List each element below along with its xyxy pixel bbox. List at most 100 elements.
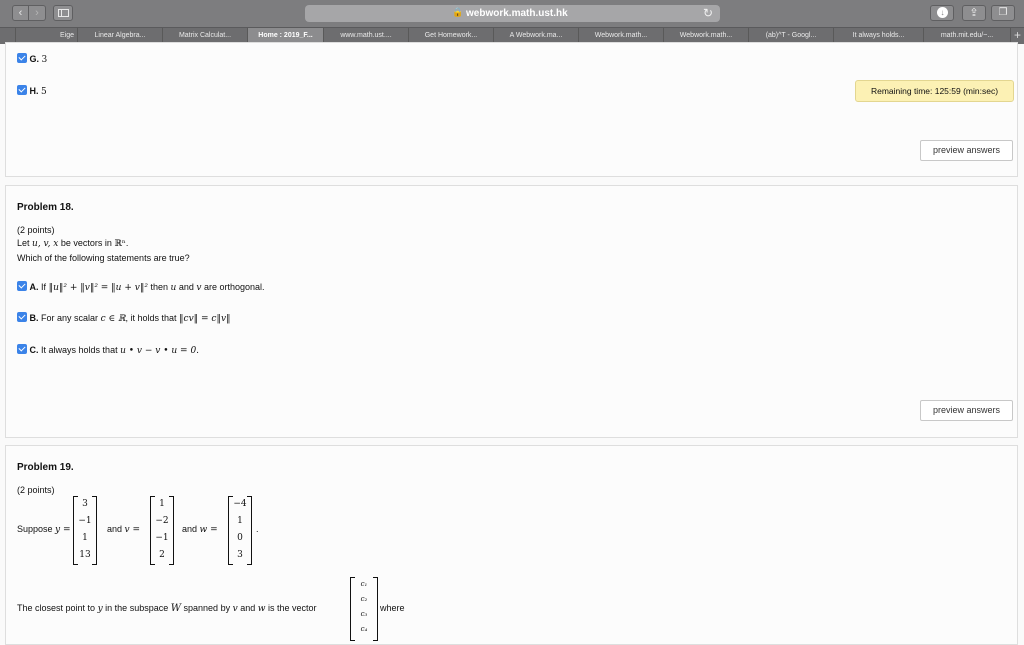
vector-entry: c₁ (360, 580, 368, 588)
problem-18-panel: Problem 18. (2 points) Let u, v, x be ve… (5, 185, 1018, 438)
text: , it holds that (125, 313, 177, 323)
download-icon: ↓ (937, 7, 948, 18)
text: spanned by (183, 603, 231, 613)
vector-entry: 0 (237, 533, 243, 543)
problem-title: Problem 19. (17, 462, 74, 473)
vector-entry: −2 (155, 516, 169, 526)
option-letter: G. (29, 54, 40, 64)
back-button[interactable]: ‹ (12, 5, 29, 21)
url-text: webwork.math.ust.hk (466, 8, 568, 19)
math-var: w (257, 604, 266, 614)
vector-w: −4 1 0 3 (228, 496, 252, 565)
checkbox-a[interactable] (17, 281, 27, 291)
option-c: C. It always holds that u • v − v • u = … (17, 344, 199, 356)
text: Let (17, 238, 30, 248)
math-space: ℝⁿ (114, 239, 126, 249)
text: are orthogonal. (203, 282, 265, 292)
text: The closest point to (17, 603, 96, 613)
sidebar-icon (58, 9, 69, 17)
option-letter: A. (29, 282, 39, 292)
preview-answers-button[interactable]: preview answers (920, 140, 1013, 161)
where-text: where (380, 603, 405, 613)
text: Suppose (17, 524, 53, 534)
text: and (178, 282, 194, 292)
vector-y: 3 −1 1 13 (73, 496, 97, 565)
math-var: W (170, 603, 182, 614)
math-var: u (170, 283, 177, 293)
vector-entry: 2 (159, 550, 165, 560)
downloads-button[interactable]: ↓ (930, 5, 954, 21)
problem-title: Problem 18. (17, 202, 74, 213)
vector-entry: c₂ (360, 595, 368, 603)
text: in the subspace (105, 603, 169, 613)
option-letter: C. (29, 345, 39, 355)
option-letter: B. (29, 313, 39, 323)
suppose-text: Suppose y = (17, 524, 71, 535)
vector-entry: 13 (79, 550, 91, 560)
tabs-icon: ❐ (998, 7, 1008, 18)
math-label: y = (55, 525, 71, 535)
math-var: v (196, 283, 202, 293)
checkbox-b[interactable] (17, 312, 27, 322)
plus-icon: + (1013, 28, 1021, 42)
text: be vectors in (60, 238, 112, 248)
option-b: B. For any scalar c ∈ ℝ, it holds that ‖… (17, 312, 231, 324)
problem-19-panel: Problem 19. (2 points) Suppose y = 3 −1 … (5, 445, 1018, 645)
math-expression: ‖cv‖ = c‖v‖ (179, 314, 231, 324)
math-expression: c ∈ ℝ (100, 314, 126, 324)
text: and (107, 524, 123, 534)
math-var: v (232, 604, 238, 614)
browser-toolbar: ‹ › 🔒 webwork.math.ust.hk ↻ ↓ ⇪ ❐ (0, 0, 1024, 27)
math-expression: ‖u‖² + ‖v‖² = ‖u + v‖² (48, 283, 148, 293)
address-bar[interactable]: 🔒 webwork.math.ust.hk ↻ (305, 5, 720, 22)
remaining-time-badge: Remaining time: 125:59 (min:sec) (855, 80, 1014, 102)
text: is the vector (267, 603, 317, 613)
vector-v: 1 −2 −1 2 (150, 496, 174, 565)
problem-statement: Let u, v, x be vectors in ℝⁿ. (17, 238, 128, 249)
page-content: G. 3 H. 5 preview answers Remaining time… (0, 42, 1024, 645)
share-button[interactable]: ⇪ (962, 5, 986, 21)
option-g: G. 3 (17, 53, 47, 65)
option-a: A. If ‖u‖² + ‖v‖² = ‖u + v‖² then u and … (17, 281, 265, 293)
chevron-right-icon: › (35, 7, 39, 19)
text: then (150, 282, 168, 292)
vector-entry: c₄ (360, 625, 368, 633)
sidebar-toggle-button[interactable] (53, 5, 73, 21)
and-v-text: and v = (107, 524, 140, 535)
option-h: H. 5 (17, 85, 47, 97)
text: If (41, 282, 47, 292)
vector-entry: c₃ (360, 610, 368, 618)
vector-c: c₁ c₂ c₃ c₄ (350, 577, 378, 641)
math-label: w = (199, 525, 218, 535)
checkbox-h[interactable] (17, 85, 27, 95)
text: For any scalar (41, 313, 99, 323)
vector-entry: 3 (82, 499, 88, 509)
vector-entry: −1 (78, 516, 92, 526)
period: . (256, 524, 259, 534)
reload-icon[interactable]: ↻ (703, 6, 713, 20)
math-var: y (97, 604, 103, 614)
text: and (240, 603, 256, 613)
and-w-text: and w = (182, 524, 218, 535)
share-icon: ⇪ (969, 7, 979, 19)
tab-overview-button[interactable]: ❐ (991, 5, 1015, 21)
closest-point-text: The closest point to y in the subspace W… (17, 603, 317, 614)
checkbox-g[interactable] (17, 53, 27, 63)
checkbox-c[interactable] (17, 344, 27, 354)
lock-icon: 🔒 (452, 7, 464, 17)
problem-17-panel: G. 3 H. 5 preview answers (5, 42, 1018, 177)
math-vars: u, v, x (32, 239, 59, 249)
option-text: 3 (41, 55, 48, 65)
problem-points: (2 points) (17, 225, 55, 235)
option-letter: H. (29, 86, 39, 96)
vector-entry: 1 (159, 499, 165, 509)
vector-entry: 1 (82, 533, 88, 543)
problem-question: Which of the following statements are tr… (17, 253, 190, 263)
forward-button[interactable]: › (29, 5, 46, 21)
option-text: 5 (41, 87, 47, 97)
text: It always holds that (41, 345, 118, 355)
math-label: v = (124, 525, 141, 535)
vector-entry: −4 (233, 499, 247, 509)
text: and (182, 524, 198, 534)
preview-answers-button[interactable]: preview answers (920, 400, 1013, 421)
